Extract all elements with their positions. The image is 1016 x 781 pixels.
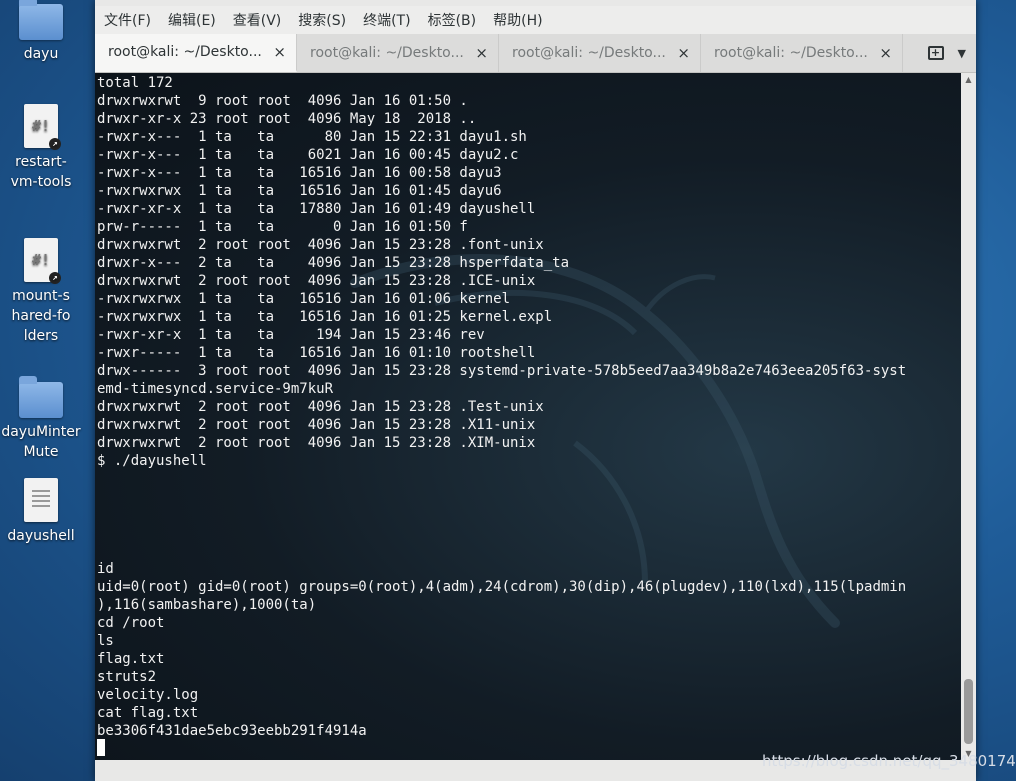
- menu-terminal[interactable]: 终端(T): [354, 10, 418, 30]
- desktop-icon-label: restart-vm-tools: [10, 154, 72, 190]
- tab-terminal-4[interactable]: root@kali: ~/Deskto... ×: [701, 34, 903, 72]
- menu-file[interactable]: 文件(F): [95, 10, 159, 30]
- menu-search[interactable]: 搜索(S): [289, 10, 354, 30]
- desktop-icon-label: dayuMinterMute: [1, 424, 81, 460]
- folder-icon: [19, 376, 63, 418]
- tab-terminal-2[interactable]: root@kali: ~/Deskto... ×: [297, 34, 499, 72]
- tab-tools: + ▼: [903, 34, 976, 72]
- watermark: https://blog.csdn.net/qq_34801745: [762, 752, 1016, 770]
- desktop-icon-dayu[interactable]: dayu: [0, 0, 82, 64]
- file-icon: [24, 478, 58, 522]
- tab-bar: root@kali: ~/Deskto... × root@kali: ~/De…: [95, 34, 976, 73]
- terminal-cursor: [97, 739, 105, 756]
- menu-view[interactable]: 查看(V): [224, 10, 290, 30]
- tab-terminal-1[interactable]: root@kali: ~/Deskto... ×: [95, 34, 297, 72]
- menu-edit[interactable]: 编辑(E): [159, 10, 224, 30]
- terminal-output-area[interactable]: total 172 drwxrwxrwt 9 root root 4096 Ja…: [95, 73, 961, 760]
- tab-label: root@kali: ~/Deskto...: [512, 45, 666, 61]
- desktop-icon-restart-vm-tools[interactable]: #! ↗ restart-vm-tools: [0, 104, 82, 192]
- tab-terminal-3[interactable]: root@kali: ~/Deskto... ×: [499, 34, 701, 72]
- menu-help[interactable]: 帮助(H): [484, 10, 550, 30]
- script-icon: #! ↗: [24, 104, 61, 150]
- tab-label: root@kali: ~/Deskto...: [310, 45, 464, 61]
- terminal-window: 文件(F) 编辑(E) 查看(V) 搜索(S) 终端(T) 标签(B) 帮助(H…: [95, 0, 976, 781]
- close-icon[interactable]: ×: [677, 44, 690, 62]
- scrollbar-thumb[interactable]: [964, 679, 973, 744]
- terminal-text: total 172 drwxrwxrwt 9 root root 4096 Ja…: [97, 75, 907, 739]
- desktop-icon-label: dayushell: [7, 528, 75, 544]
- desktop-icon-dayushell[interactable]: dayushell: [0, 478, 82, 546]
- folder-icon: [19, 0, 63, 40]
- menu-bar: 文件(F) 编辑(E) 查看(V) 搜索(S) 终端(T) 标签(B) 帮助(H…: [95, 6, 976, 34]
- new-tab-icon[interactable]: +: [927, 46, 944, 60]
- desktop-icon-mount-shared-folders[interactable]: #! ↗ mount-shared-folders: [0, 238, 82, 346]
- desktop-icon-dayuMinterMute[interactable]: dayuMinterMute: [0, 376, 82, 462]
- close-icon[interactable]: ×: [273, 43, 286, 61]
- desktop-icon-label: mount-shared-folders: [11, 288, 71, 344]
- close-icon[interactable]: ×: [879, 44, 892, 62]
- chevron-down-icon[interactable]: ▼: [958, 47, 966, 60]
- close-icon[interactable]: ×: [475, 44, 488, 62]
- tab-label: root@kali: ~/Deskto...: [108, 44, 262, 60]
- scroll-up-icon[interactable]: ▲: [961, 75, 976, 84]
- desktop-icon-label: dayu: [23, 46, 59, 62]
- script-icon: #! ↗: [24, 238, 61, 284]
- terminal-scrollbar[interactable]: ▲ ▼: [961, 73, 976, 760]
- tab-label: root@kali: ~/Deskto...: [714, 45, 868, 61]
- menu-tabs[interactable]: 标签(B): [419, 10, 485, 30]
